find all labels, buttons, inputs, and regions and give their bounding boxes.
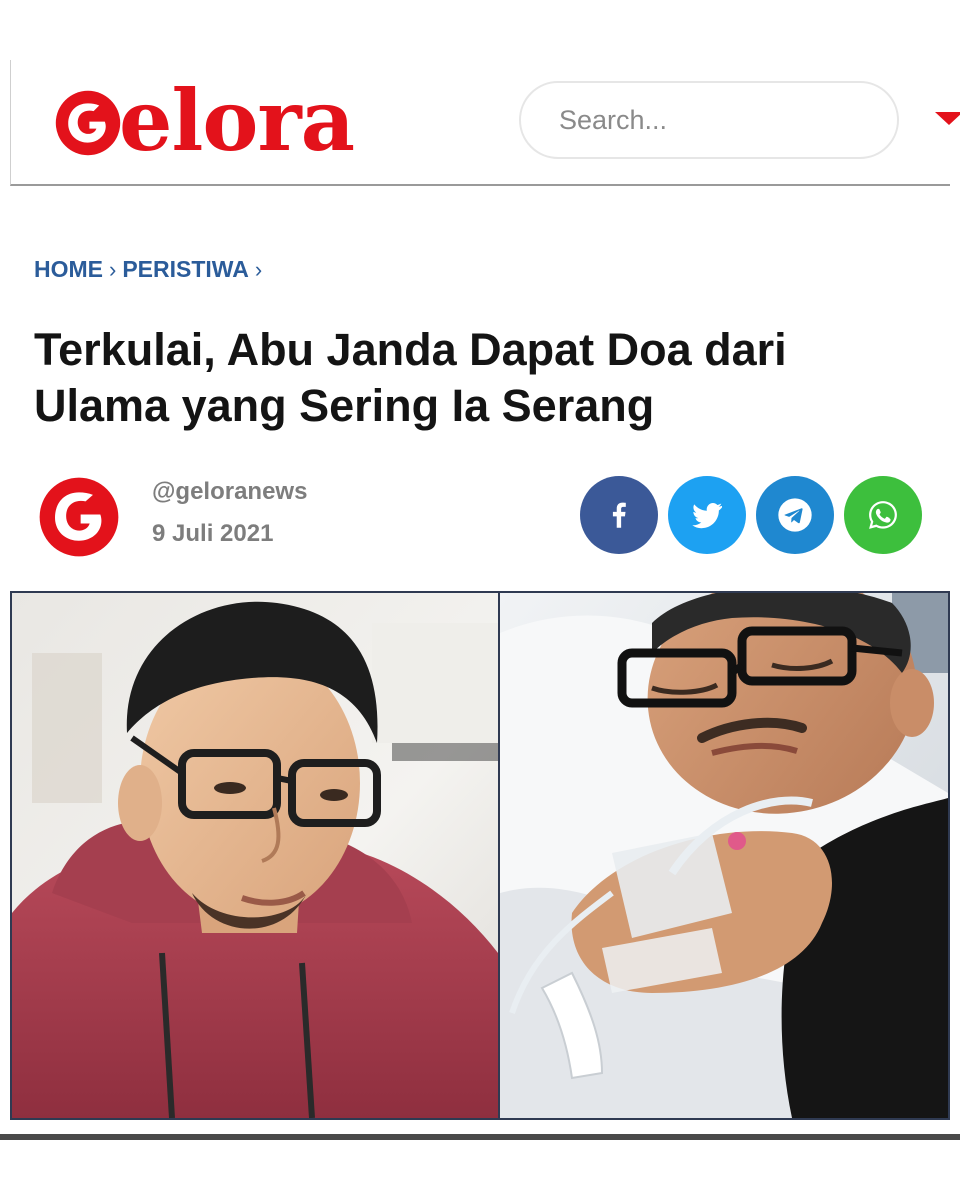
breadcrumb: HOME › PERISTIWA › [34, 256, 268, 283]
telegram-icon [778, 498, 812, 532]
hero-right-panel [500, 593, 948, 1118]
facebook-icon [612, 502, 626, 528]
article-title: Terkulai, Abu Janda Dapat Doa dari Ulama… [34, 324, 787, 431]
article-date: 9 Juli 2021 [152, 520, 274, 547]
author-avatar [39, 477, 119, 557]
author-handle[interactable]: @geloranews [152, 478, 307, 506]
breadcrumb-home[interactable]: HOME [34, 256, 103, 283]
share-telegram-button[interactable] [756, 476, 834, 554]
site-header: elora [10, 60, 960, 186]
breadcrumb-separator-icon: › [254, 256, 263, 282]
menu-caret-icon[interactable] [935, 112, 960, 125]
site-logo-text: elora [119, 71, 355, 170]
share-whatsapp-button[interactable] [844, 476, 922, 554]
hero-left-panel [12, 593, 498, 1118]
gelora-swirl-icon [55, 90, 121, 156]
twitter-icon [692, 503, 722, 529]
breadcrumb-peristiwa[interactable]: PERISTIWA [122, 256, 249, 283]
site-logo[interactable]: elora [53, 71, 355, 170]
breadcrumb-separator-icon: › [109, 256, 117, 282]
share-facebook-button[interactable] [580, 476, 658, 554]
whatsapp-icon [869, 501, 897, 529]
article-hero-image [10, 591, 950, 1120]
search-input[interactable] [519, 81, 899, 159]
page-bottom-divider [0, 1134, 960, 1140]
share-twitter-button[interactable] [668, 476, 746, 554]
